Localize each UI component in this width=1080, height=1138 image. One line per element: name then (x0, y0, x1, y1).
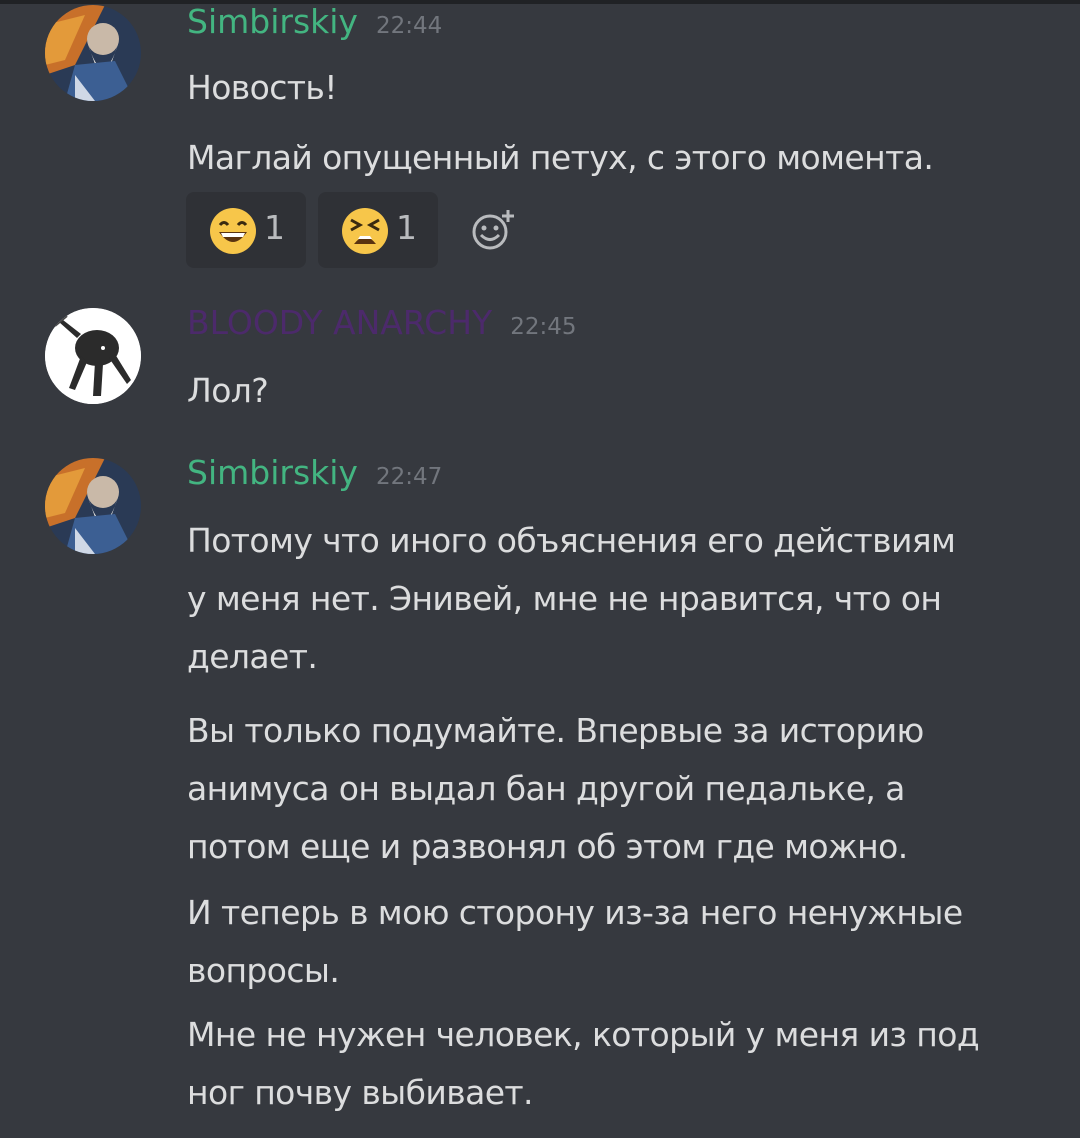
message-text: И теперь в мою сторону из-за него ненужн… (187, 893, 963, 932)
avatar[interactable] (45, 458, 141, 554)
message-header: Simbirskiy 22:47 (187, 453, 442, 492)
message-text: потом еще и развонял об этом где можно. (187, 827, 908, 866)
timestamp: 22:47 (375, 464, 443, 490)
reaction-count: 1 (264, 208, 285, 247)
username[interactable]: BLOODY ANARCHY (187, 303, 492, 342)
message-text: ног почву выбивает. (187, 1073, 534, 1112)
message-text: Вы только подумайте. Впервые за историю (187, 711, 924, 750)
avatar[interactable] (45, 308, 141, 404)
username[interactable]: Simbirskiy (187, 2, 358, 41)
message-header: BLOODY ANARCHY 22:45 (187, 303, 576, 342)
tired-face-emoji-icon (342, 208, 388, 254)
timestamp: 22:44 (375, 13, 443, 39)
timestamp: 22:45 (510, 314, 577, 340)
add-reaction-icon[interactable] (470, 208, 518, 256)
message-text: Мне не нужен человек, который у меня из … (187, 1015, 980, 1054)
grinning-smile-emoji-icon (210, 208, 256, 254)
reaction-button[interactable]: 1 (318, 192, 438, 268)
message-header: Simbirskiy 22:44 (187, 2, 442, 41)
message-text: анимуса он выдал бан другой педальке, а (187, 769, 905, 808)
username[interactable]: Simbirskiy (187, 453, 358, 492)
message-text: вопросы. (187, 951, 340, 990)
message-text: Маглай опущенный петух, с этого момента. (187, 138, 934, 177)
message-text: Потому что иного объяснения его действия… (187, 521, 956, 560)
message-text: у меня нет. Энивей, мне не нравится, что… (187, 579, 942, 618)
message-text: Новость! (187, 68, 337, 107)
top-divider (0, 0, 1080, 4)
message-text: Лол? (187, 371, 269, 410)
reaction-count: 1 (396, 208, 417, 247)
reaction-button[interactable]: 1 (186, 192, 306, 268)
message-text: делает. (187, 637, 318, 676)
avatar[interactable] (45, 5, 141, 101)
